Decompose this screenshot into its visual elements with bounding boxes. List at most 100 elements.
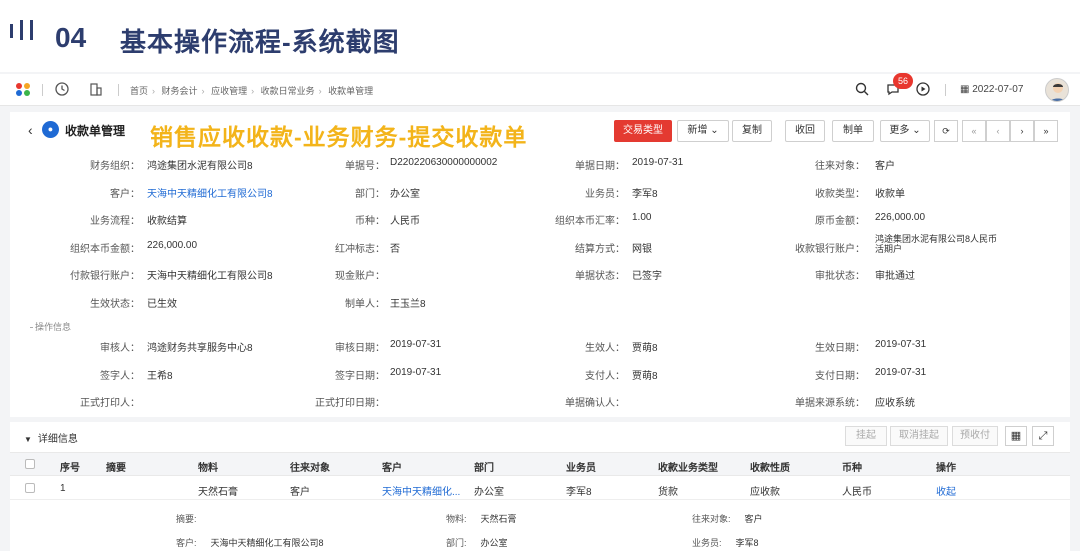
last-page-icon[interactable]: » (1034, 120, 1058, 142)
receipt-panel: ‹ ● 收款单管理 销售应收收款-业务财务-提交收款单 交易类型 新增 ⌄ 复制… (10, 112, 1070, 417)
field-value: D220220630000000002 (390, 157, 498, 168)
field-label: 收款类型： (815, 188, 865, 200)
current-date: ▦ 2022-07-07 (960, 84, 1024, 95)
field-label: 现金账户： (335, 271, 385, 282)
search-icon[interactable] (854, 82, 870, 98)
detail-title[interactable]: ▼ 详细信息 (24, 430, 78, 445)
prepay-button[interactable]: 预收付 (952, 426, 998, 446)
app-logo-icon[interactable] (16, 83, 32, 97)
field-value: 2019-07-31 (875, 366, 927, 378)
row-checkbox[interactable] (25, 483, 35, 493)
cell-party: 客户 (290, 487, 310, 498)
make-button[interactable]: 制单 (832, 120, 874, 142)
new-button[interactable]: 新增 ⌄ (677, 120, 729, 142)
col-header: 收款性质 (750, 463, 790, 474)
slide-deco-icon (10, 20, 40, 46)
sub-field: 部门: 办公室 (446, 538, 508, 548)
field-value: 王希8 (147, 370, 173, 382)
cell-dept: 办公室 (474, 487, 504, 498)
field-label: 单据来源系统： (795, 398, 865, 409)
field-label: 单据号： (345, 161, 385, 172)
fullscreen-icon[interactable]: ⤢ (1032, 426, 1054, 446)
field-label: 原币金额： (815, 216, 865, 227)
copy-button[interactable]: 复制 (732, 120, 772, 142)
field-label: 支付日期： (815, 370, 865, 382)
field-label: 签字日期： (335, 370, 385, 382)
back-arrow-icon[interactable]: ‹ (28, 122, 33, 138)
first-page-icon[interactable]: « (962, 120, 986, 142)
field-label: 单据状态： (575, 271, 625, 282)
field-label: 币种： (355, 216, 385, 227)
breadcrumb-item[interactable]: 财务会计 (162, 86, 198, 96)
col-header: 序号 (60, 463, 80, 474)
page-title: 收款单管理 (65, 124, 126, 138)
field-label: 结算方式： (575, 243, 625, 255)
collapse-link[interactable]: 收起 (936, 483, 956, 498)
field-value: 2019-07-31 (390, 366, 442, 378)
play-circle-icon[interactable] (915, 82, 931, 98)
building-icon[interactable] (88, 82, 104, 98)
field-label: 正式打印人： (80, 398, 140, 409)
slide-header: 04 基本操作流程-系统截图 (0, 0, 1080, 72)
field-value: 王玉兰8 (390, 298, 426, 310)
breadcrumb: 首页 › 财务会计 › 应收管理 › 收款日常业务 › 收款单管理 (130, 86, 374, 96)
select-all-checkbox[interactable] (25, 459, 35, 469)
cell-salesman: 李军8 (566, 487, 592, 498)
col-header: 操作 (936, 463, 956, 474)
trade-type-button[interactable]: 交易类型 (614, 120, 672, 142)
breadcrumb-item[interactable]: 应收管理 (211, 86, 247, 96)
field-label: 客户： (110, 188, 140, 200)
document-icon: ● (42, 121, 59, 138)
clock-icon[interactable] (54, 82, 70, 98)
chevron-down-icon: ⌄ (710, 125, 719, 136)
field-label: 生效日期： (815, 343, 865, 354)
col-header: 往来对象 (290, 463, 330, 474)
slide-title: 基本操作流程-系统截图 (120, 27, 400, 57)
field-value: 收款结算 (147, 216, 187, 227)
hang-button[interactable]: 挂起 (845, 426, 887, 446)
col-header: 客户 (382, 463, 402, 474)
field-value: 226,000.00 (147, 239, 198, 251)
field-label: 生效人： (585, 343, 625, 354)
field-label: 单据确认人： (565, 398, 625, 409)
breadcrumb-item[interactable]: 首页 (130, 86, 148, 96)
table-row[interactable]: 1 天然石膏 客户 天海中天精细化... 办公室 李军8 货款 应收款 人民币 … (10, 476, 1070, 500)
operation-section-title: 操作信息 (30, 320, 71, 333)
breadcrumb-item[interactable]: 收款日常业务 (261, 86, 315, 96)
calendar-icon: ▦ (960, 84, 973, 95)
refresh-icon[interactable]: ⟳ (934, 120, 958, 142)
field-label: 收款银行账户： (795, 243, 865, 255)
cell-customer-link[interactable]: 天海中天精细化... (382, 483, 460, 498)
cell-nature: 应收款 (750, 487, 780, 498)
sub-field: 摘要: (176, 514, 197, 524)
divider (118, 84, 119, 96)
sub-field: 往来对象: 客户 (692, 514, 763, 524)
cancel-hang-button[interactable]: 取消挂起 (890, 426, 948, 446)
receive-button[interactable]: 收回 (785, 120, 825, 142)
field-value: 鸿途集团水泥有限公司8人民币活期户 (875, 233, 998, 254)
prev-page-icon[interactable]: ‹ (986, 120, 1010, 142)
overlay-caption: 销售应收收款-业务财务-提交收款单 (150, 124, 528, 150)
more-button[interactable]: 更多 ⌄ (880, 120, 930, 142)
field-value: 应收系统 (875, 398, 915, 409)
avatar[interactable] (1045, 78, 1069, 102)
notification-badge: 56 (893, 73, 913, 89)
customer-link[interactable]: 天海中天精细化工有限公司8 (147, 185, 273, 200)
field-value: 客户 (875, 161, 895, 172)
cell-no: 1 (60, 483, 66, 494)
field-label: 红冲标志： (335, 243, 385, 255)
field-value: 李军8 (632, 188, 658, 200)
field-value: 办公室 (390, 188, 420, 200)
divider (945, 84, 946, 96)
col-header: 部门 (474, 463, 494, 474)
next-page-icon[interactable]: › (1010, 120, 1034, 142)
col-header: 业务员 (566, 463, 596, 474)
field-label: 部门： (355, 188, 385, 200)
breadcrumb-item[interactable]: 收款单管理 (328, 86, 373, 96)
field-label: 单据日期： (575, 161, 625, 172)
field-label: 制单人： (345, 298, 385, 310)
grid-icon[interactable]: ▦ (1005, 426, 1027, 446)
field-value: 贾萌8 (632, 343, 658, 354)
field-label: 业务员： (585, 188, 625, 200)
field-label: 审核日期： (335, 343, 385, 354)
